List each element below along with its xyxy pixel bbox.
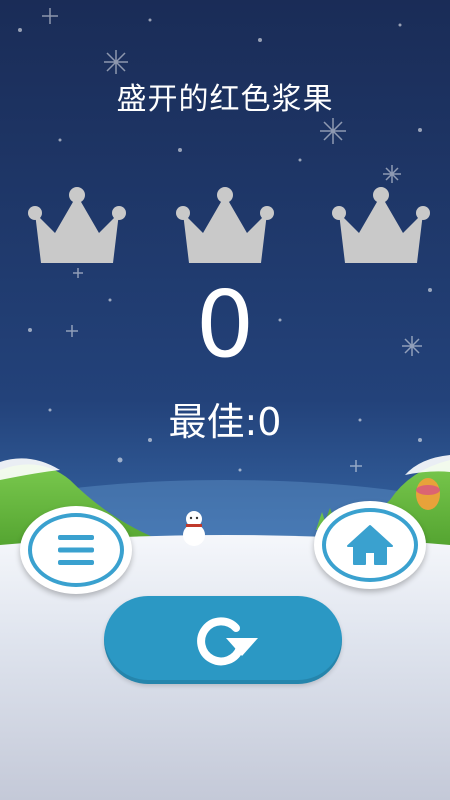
menu-button-ring bbox=[28, 513, 124, 587]
menu-icon bbox=[58, 535, 94, 565]
best-score: 最佳:0 bbox=[168, 400, 282, 444]
level-title: 盛开的红色浆果 bbox=[116, 82, 334, 117]
crown-icon bbox=[331, 185, 431, 265]
score-value: 0 bbox=[195, 271, 255, 378]
home-icon bbox=[346, 524, 394, 566]
replay-button[interactable] bbox=[104, 596, 342, 684]
home-button[interactable] bbox=[314, 501, 426, 589]
crown-icon bbox=[27, 185, 127, 265]
home-button-ring bbox=[322, 508, 418, 582]
replay-icon bbox=[178, 612, 268, 668]
menu-button[interactable] bbox=[20, 506, 132, 594]
crown-icon bbox=[175, 185, 275, 265]
